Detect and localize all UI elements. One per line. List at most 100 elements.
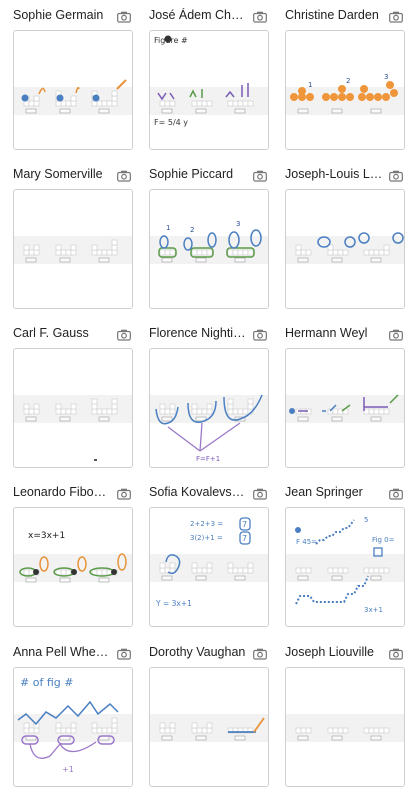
student-thumbnail[interactable]: 1 2 3	[149, 189, 269, 309]
annotation-text: 3	[236, 220, 240, 228]
card-header: Jean Springer	[281, 483, 403, 505]
annotation-text: 2	[346, 77, 350, 85]
pattern-sketch	[286, 232, 404, 264]
card-header: Sophie Piccard	[145, 165, 267, 187]
card-header: Joseph-Louis Lagrange	[281, 165, 403, 187]
card-header: Florence Nightingale	[145, 324, 267, 346]
student-thumbnail[interactable]: F 45= Fig 0= 5 3x+1	[285, 507, 405, 627]
student-thumbnail[interactable]	[149, 667, 269, 787]
student-card[interactable]: José Ádem Chávez Figure # F= 5/4 y	[145, 6, 269, 156]
annotation-text: x=3x+1	[28, 531, 65, 541]
card-header: Mary Somerville	[9, 165, 131, 187]
annotation-text: F=F+1	[196, 455, 220, 463]
student-name: Joseph Liouville	[285, 645, 374, 659]
student-thumbnail[interactable]	[13, 189, 133, 309]
student-thumbnail[interactable]	[285, 667, 405, 787]
pattern-sketch: F=F+1	[150, 394, 268, 463]
camera-icon[interactable]	[253, 328, 267, 341]
student-card[interactable]: Anna Pell Wheeler # of fig # +1	[9, 643, 133, 793]
camera-icon[interactable]	[389, 487, 403, 500]
annotation-text: +1	[62, 765, 74, 774]
student-card[interactable]: Christine Darden 1 2 3	[281, 6, 405, 156]
student-card[interactable]: Mary Somerville	[9, 165, 133, 315]
pattern-sketch	[286, 714, 404, 742]
annotation-text: F= 5/4 y	[154, 118, 188, 127]
student-name: Christine Darden	[285, 8, 379, 22]
card-header: Christine Darden	[281, 6, 403, 28]
annotation-text: 3x+1	[364, 606, 383, 614]
student-name: Sophie Germain	[13, 8, 104, 22]
pattern-sketch: 1 2 3	[150, 220, 268, 264]
student-card[interactable]: Joseph-Louis Lagrange	[281, 165, 405, 315]
pattern-sketch: F 45= Fig 0= 5 3x+1	[286, 516, 404, 614]
student-name: Anna Pell Wheeler	[13, 645, 111, 659]
student-card[interactable]: Leonardo Fibonacci x=3x+1	[9, 483, 133, 633]
annotation-text: # of fig #	[20, 676, 73, 689]
student-thumbnail[interactable]: F=F+1	[149, 348, 269, 468]
pattern-sketch: # of fig # +1	[14, 676, 132, 774]
student-card[interactable]: Carl F. Gauss	[9, 324, 133, 474]
student-name: Carl F. Gauss	[13, 326, 89, 340]
pattern-sketch: x=3x+1	[14, 531, 132, 583]
camera-icon[interactable]	[117, 10, 131, 23]
camera-icon[interactable]	[117, 647, 131, 660]
card-header: Dorothy Vaughan	[145, 643, 267, 665]
student-name: José Ádem Chávez	[149, 8, 247, 22]
annotation-text: 1	[166, 224, 170, 232]
camera-icon[interactable]	[389, 328, 403, 341]
student-thumbnail[interactable]	[13, 30, 133, 150]
camera-icon[interactable]	[253, 169, 267, 182]
student-thumbnail[interactable]: Figure # F= 5/4 y	[149, 30, 269, 150]
student-thumbnail[interactable]: 1 2 3	[285, 30, 405, 150]
student-name: Dorothy Vaughan	[149, 645, 246, 659]
annotation-text: 2+2+3 =	[190, 520, 223, 528]
student-thumbnail[interactable]	[285, 348, 405, 468]
pattern-sketch	[14, 79, 132, 115]
pattern-sketch	[150, 714, 268, 742]
card-header: Leonardo Fibonacci	[9, 483, 131, 505]
pattern-sketch	[286, 394, 404, 423]
annotation-text: 5	[364, 516, 368, 524]
camera-icon[interactable]	[117, 169, 131, 182]
annotation-text: 7	[242, 520, 247, 529]
pattern-sketch: Figure # F= 5/4 y	[150, 35, 268, 127]
card-header: Anna Pell Wheeler	[9, 643, 131, 665]
annotation-text: F 45=	[296, 538, 317, 546]
camera-icon[interactable]	[389, 647, 403, 660]
student-card[interactable]: Sofia Kovalevskaya 2+2+3 = 3(2)+1 = 7 7 …	[145, 483, 269, 633]
camera-icon[interactable]	[253, 10, 267, 23]
camera-icon[interactable]	[253, 487, 267, 500]
student-card[interactable]: Hermann Weyl	[281, 324, 405, 474]
card-header: Sofia Kovalevskaya	[145, 483, 267, 505]
student-card[interactable]: Florence Nightingale F=F+1	[145, 324, 269, 474]
student-name: Sofia Kovalevskaya	[149, 485, 247, 499]
annotation-text: 1	[308, 81, 312, 89]
student-name: Hermann Weyl	[285, 326, 368, 340]
camera-icon[interactable]	[253, 647, 267, 660]
student-thumbnail[interactable]	[285, 189, 405, 309]
student-thumbnail[interactable]: 2+2+3 = 3(2)+1 = 7 7 Y = 3x+1	[149, 507, 269, 627]
student-thumbnail[interactable]: # of fig # +1	[13, 667, 133, 787]
student-card[interactable]: Joseph Liouville	[281, 643, 405, 793]
pattern-sketch: 2+2+3 = 3(2)+1 = 7 7 Y = 3x+1	[150, 517, 268, 608]
student-card-grid: Sophie Germain José Ádem Chávez # F= 5/4…	[0, 0, 413, 787]
camera-icon[interactable]	[117, 487, 131, 500]
student-card[interactable]: Dorothy Vaughan	[145, 643, 269, 793]
student-card[interactable]: Jean Springer F 45= Fig 0= 5 3x+1	[281, 483, 405, 633]
student-card[interactable]: Sophie Piccard 1 2 3	[145, 165, 269, 315]
camera-icon[interactable]	[117, 328, 131, 341]
student-thumbnail[interactable]	[13, 348, 133, 468]
card-header: Carl F. Gauss	[9, 324, 131, 346]
student-thumbnail[interactable]: x=3x+1	[13, 507, 133, 627]
annotation-text: 3	[384, 73, 388, 81]
student-name: Jean Springer	[285, 485, 363, 499]
camera-icon[interactable]	[389, 10, 403, 23]
pattern-sketch: 1 2 3	[286, 73, 404, 115]
camera-icon[interactable]	[389, 169, 403, 182]
annotation-text: Y = 3x+1	[155, 599, 192, 608]
card-header: Joseph Liouville	[281, 643, 403, 665]
annotation-text: 2	[190, 226, 194, 234]
annotation-text: 3(2)+1 =	[190, 534, 223, 542]
card-header: Hermann Weyl	[281, 324, 403, 346]
student-card[interactable]: Sophie Germain	[9, 6, 133, 156]
